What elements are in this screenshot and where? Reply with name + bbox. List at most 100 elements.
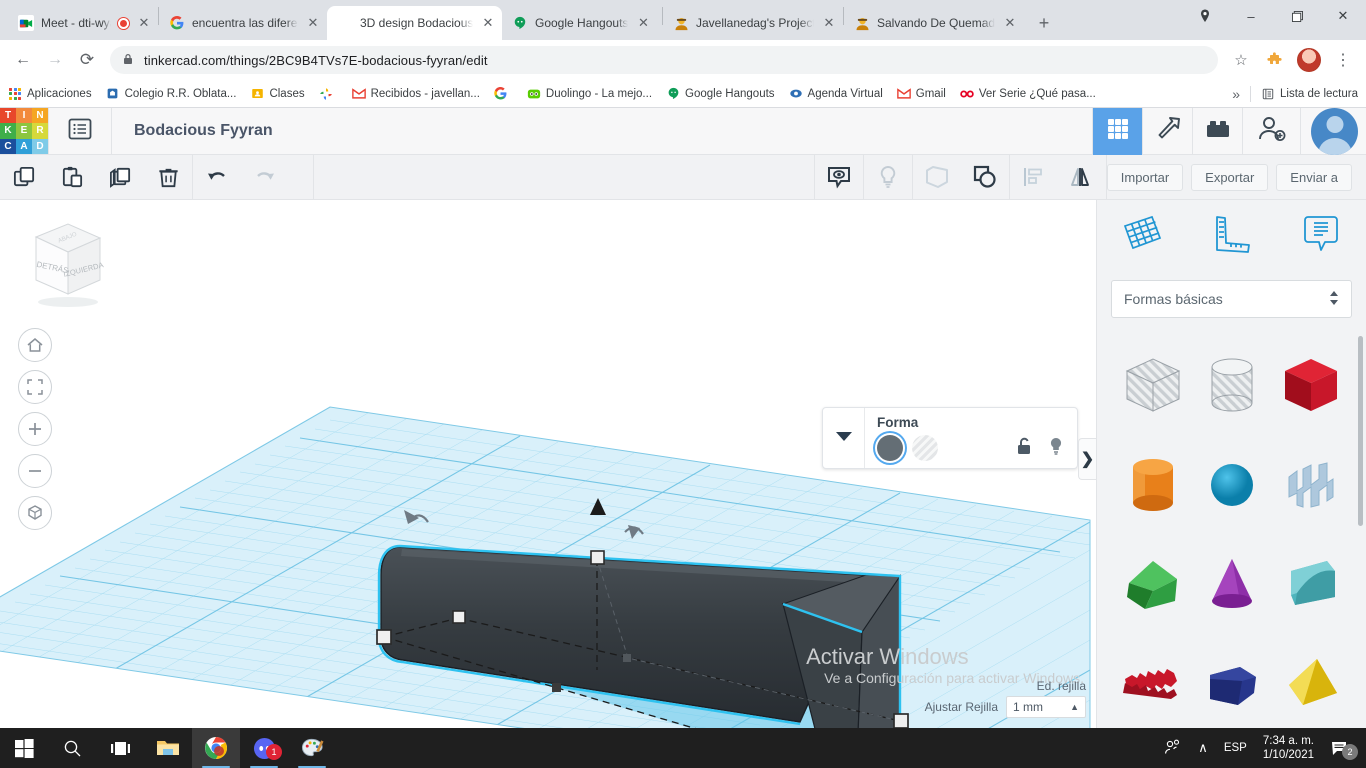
tab-close-button[interactable]: ✕: [480, 15, 496, 31]
shape-item-box-red[interactable]: [1272, 335, 1351, 435]
bookmark-google[interactable]: [494, 87, 513, 101]
duplicate-button[interactable]: [96, 155, 144, 199]
browser-tab-3[interactable]: Google Hangouts ✕: [502, 6, 662, 40]
start-button[interactable]: [0, 728, 48, 768]
header-button-invite-user[interactable]: [1242, 107, 1300, 155]
snap-grid-select[interactable]: 1 mm ▲: [1006, 696, 1086, 718]
home-view-button[interactable]: [18, 328, 52, 362]
tab-close-button[interactable]: ✕: [635, 15, 651, 31]
shapes-panel-scrollbar[interactable]: [1358, 336, 1363, 526]
tab-close-button[interactable]: ✕: [821, 15, 837, 31]
window-close-button[interactable]: ✕: [1320, 0, 1366, 32]
profile-pin-icon[interactable]: [1182, 0, 1228, 32]
bookmark-gmail-inbox[interactable]: Recibidos - javellan...: [351, 87, 480, 101]
tab-close-button[interactable]: ✕: [1002, 15, 1018, 31]
browser-tab-1[interactable]: encuentra las diferencias ✕: [159, 6, 327, 40]
shape-item-pyramid-green[interactable]: [1113, 535, 1192, 635]
align-button[interactable]: [1010, 155, 1058, 199]
bookmark-ver-serie[interactable]: Ver Serie ¿Qué pasa...: [960, 87, 1096, 101]
shape-panel-collapse-button[interactable]: [823, 408, 865, 468]
bookmarks-overflow-button[interactable]: »: [1232, 86, 1240, 102]
unlock-icon[interactable]: [1015, 436, 1033, 461]
bookmark-agenda-virtual[interactable]: Agenda Virtual: [789, 87, 883, 101]
ungroup-button[interactable]: [961, 155, 1009, 199]
user-avatar[interactable]: [1311, 107, 1358, 155]
chrome-menu-button[interactable]: ⋮: [1328, 45, 1358, 75]
shape-category-select[interactable]: Formas básicas: [1111, 280, 1352, 318]
browser-tab-2[interactable]: 3D design Bodacious Fyyran ✕: [327, 6, 502, 40]
redo-button[interactable]: [241, 155, 289, 199]
search-button[interactable]: [48, 728, 96, 768]
group-button[interactable]: [913, 155, 961, 199]
tray-expand-chevron[interactable]: ∧: [1198, 740, 1208, 756]
shape-item-polygon-blue[interactable]: [1192, 635, 1271, 735]
shape-item-roof-teal[interactable]: [1272, 535, 1351, 635]
paint-taskbar-button[interactable]: [288, 728, 336, 768]
bookmark-colegio[interactable]: Colegio R.R. Oblata...: [106, 87, 236, 101]
ortho-view-button[interactable]: [18, 496, 52, 530]
undo-button[interactable]: [193, 155, 241, 199]
back-button[interactable]: ←: [8, 45, 38, 75]
shape-item-box-hole[interactable]: [1113, 335, 1192, 435]
tab-close-button[interactable]: ✕: [305, 15, 321, 31]
paste-button[interactable]: [48, 155, 96, 199]
chrome-profile-avatar[interactable]: [1294, 45, 1324, 75]
bookmark-gmail[interactable]: Gmail: [896, 87, 946, 101]
header-button-bricks[interactable]: [1192, 107, 1242, 155]
light-bulb-icon[interactable]: [1047, 436, 1065, 461]
discord-taskbar-button[interactable]: 1: [240, 728, 288, 768]
reload-button[interactable]: ⟳: [72, 45, 102, 75]
shape-item-text-red[interactable]: [1113, 635, 1192, 735]
bookmark-hangouts[interactable]: Google Hangouts: [666, 87, 775, 101]
tab-ruler[interactable]: [1187, 200, 1277, 272]
people-icon[interactable]: [1164, 739, 1182, 758]
fit-view-button[interactable]: [18, 370, 52, 404]
copy-button[interactable]: [0, 155, 48, 199]
solid-color-swatch[interactable]: [877, 435, 903, 461]
new-tab-button[interactable]: +: [1030, 9, 1058, 37]
tinkercad-logo[interactable]: T I N K E R C A D: [0, 107, 48, 155]
zoom-in-button[interactable]: [18, 412, 52, 446]
bookmark-aplicaciones[interactable]: Aplicaciones: [8, 87, 92, 101]
shape-item-pyramid-yellow[interactable]: [1272, 635, 1351, 735]
tab-workplane[interactable]: [1097, 200, 1187, 272]
window-minimize-button[interactable]: –: [1228, 0, 1274, 32]
file-explorer-button[interactable]: [144, 728, 192, 768]
extensions-puzzle-icon[interactable]: [1260, 45, 1290, 75]
tab-notes[interactable]: [1276, 200, 1366, 272]
send-to-button[interactable]: Enviar a: [1276, 163, 1352, 191]
mirror-button[interactable]: [1058, 155, 1106, 199]
light-button[interactable]: [864, 155, 912, 199]
bookmark-star-icon[interactable]: ☆: [1226, 45, 1256, 75]
reading-list-button[interactable]: Lista de lectura: [1261, 87, 1358, 101]
shape-item-cone-purple[interactable]: [1192, 535, 1271, 635]
browser-tab-4[interactable]: Javellanedag's Projects ✕: [663, 6, 843, 40]
forward-button[interactable]: →: [40, 45, 70, 75]
bookmark-clases[interactable]: Clases: [250, 87, 305, 101]
shape-item-scribble-gray[interactable]: [1272, 435, 1351, 535]
edit-grid-label[interactable]: Ed. rejilla: [1037, 679, 1086, 693]
panel-collapse-button[interactable]: ❯: [1078, 438, 1096, 480]
bookmark-photos[interactable]: [319, 87, 338, 101]
clock[interactable]: 7:34 a. m. 1/10/2021: [1263, 734, 1314, 763]
browser-tab-5[interactable]: Salvando De Quemaduras ✕: [844, 6, 1024, 40]
shape-item-sphere-blue[interactable]: [1192, 435, 1271, 535]
header-button-codeblocks[interactable]: [1142, 107, 1192, 155]
hole-swatch[interactable]: [912, 435, 938, 461]
view-cube[interactable]: DETRÁS IZQUIERDA ABAJO: [16, 212, 116, 312]
export-button[interactable]: Exportar: [1191, 163, 1269, 191]
tab-close-button[interactable]: ✕: [136, 15, 152, 31]
browser-tab-0[interactable]: Meet - dti-wyaj-vgb ✕: [8, 6, 158, 40]
shape-item-cylinder-orange[interactable]: [1113, 435, 1192, 535]
header-button-grid-view[interactable]: [1092, 107, 1142, 155]
language-indicator[interactable]: ESP: [1224, 742, 1247, 754]
notification-center-button[interactable]: 2: [1330, 737, 1358, 760]
shape-properties-panel[interactable]: Forma: [822, 407, 1078, 469]
show-hide-button[interactable]: [815, 155, 863, 199]
shape-item-cylinder-hole[interactable]: [1192, 335, 1271, 435]
import-button[interactable]: Importar: [1106, 163, 1184, 191]
address-bar[interactable]: tinkercad.com/things/2BC9B4TVs7E-bodacio…: [110, 46, 1218, 74]
zoom-out-button[interactable]: [18, 454, 52, 488]
window-maximize-button[interactable]: [1274, 0, 1320, 32]
chrome-taskbar-button[interactable]: [192, 728, 240, 768]
